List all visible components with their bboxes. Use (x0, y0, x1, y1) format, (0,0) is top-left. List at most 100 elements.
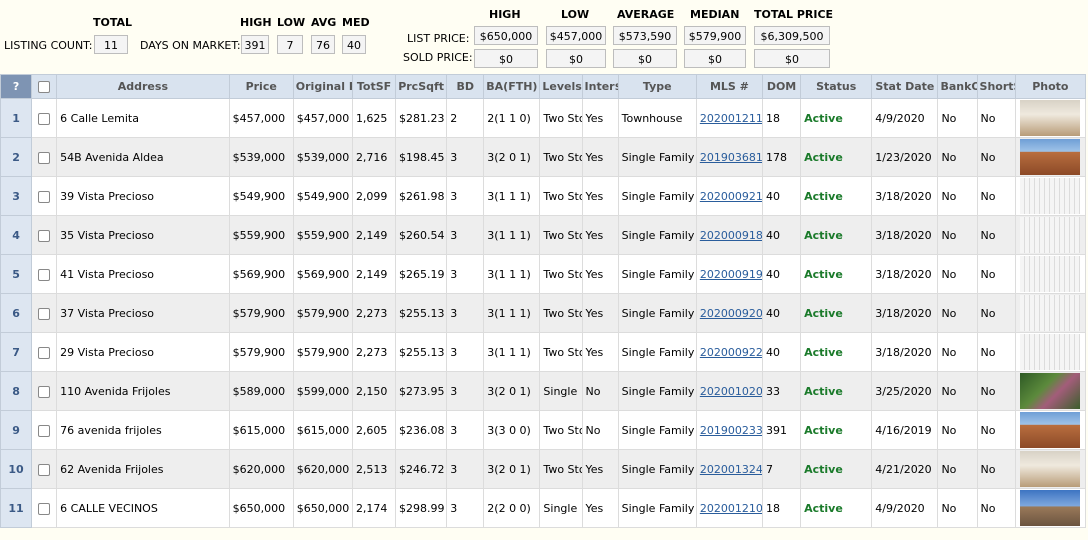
price-per-sqft-column-header[interactable]: PrcSqft (395, 74, 448, 99)
mls-link[interactable]: 202001324 (700, 463, 762, 476)
total-sqft-cell: 2,273 (351, 293, 397, 333)
mls-cell: 202000921 (695, 176, 764, 216)
mls-link[interactable]: 202000920 (700, 307, 762, 320)
dom-column-header[interactable]: DOM (761, 74, 802, 99)
table-row[interactable]: 9 76 avenida frijoles $615,000 $615,000 2,60… (0, 410, 1087, 450)
table-row[interactable]: 5 41 Vista Precioso $569,900 $569,900 2,149 $… (0, 254, 1087, 294)
row-checkbox[interactable] (38, 151, 51, 164)
levels-cell: Two Sto (539, 98, 583, 138)
table-row[interactable]: 8 110 Avenida Frijoles $589,000 $599,000 2,1… (0, 371, 1087, 411)
photo-cell (1014, 254, 1087, 294)
bank-owned-cell: No (937, 176, 978, 216)
table-row[interactable]: 10 62 Avenida Frijoles $620,000 $620,000 2,5… (0, 449, 1087, 489)
row-checkbox[interactable] (38, 229, 51, 242)
dom-low-value: 7 (277, 35, 303, 54)
adobe-exterior-photo[interactable] (1020, 139, 1081, 175)
dom-high-header: HIGH (240, 16, 272, 29)
table-row[interactable]: 2 54B Avenida Aldea $539,000 $539,000 2,716 $… (0, 137, 1087, 177)
original-price-column-header[interactable]: Original P (292, 74, 353, 99)
interior-photo[interactable] (1020, 100, 1081, 136)
help-column-header[interactable]: ? (0, 74, 33, 99)
status-cell: Active (800, 293, 873, 333)
sketch-photo[interactable] (1020, 256, 1081, 292)
type-cell: Single Family (617, 215, 697, 255)
row-checkbox[interactable] (38, 463, 51, 476)
mls-link[interactable]: 202000919 (700, 268, 762, 281)
baths-cell: 3(2 0 1) (483, 371, 541, 411)
row-checkbox[interactable] (38, 385, 51, 398)
price-total-header: TOTAL PRICE (754, 8, 834, 21)
interior-photo[interactable] (1020, 451, 1081, 487)
sky-exterior-photo[interactable] (1020, 490, 1081, 526)
list-price-median: $579,900 (684, 26, 746, 45)
status-column-header[interactable]: Status (800, 74, 873, 99)
type-column-header[interactable]: Type (617, 74, 697, 99)
table-row[interactable]: 16 Calle Lemita $457,000 $457,000 1,625 $281… (0, 98, 1087, 138)
mls-link[interactable]: 202000922 (700, 346, 762, 359)
price-cell: $549,900 (228, 176, 294, 216)
mls-link[interactable]: 202001020 (700, 385, 762, 398)
original-price-cell: $615,000 (292, 410, 353, 450)
sketch-photo[interactable] (1020, 217, 1081, 253)
select-all-checkbox[interactable] (38, 81, 51, 93)
photo-cell (1014, 176, 1087, 216)
bedrooms-column-header[interactable]: BD (446, 74, 485, 99)
price-cell: $579,900 (228, 293, 294, 333)
bank-owned-cell: No (937, 449, 978, 489)
bedrooms-cell: 3 (446, 371, 485, 411)
table-row[interactable]: 4 35 Vista Precioso $559,900 $559,900 2,149 $… (0, 215, 1087, 255)
baths-cell: 3(2 0 1) (483, 449, 541, 489)
short-sale-cell: No (976, 254, 1016, 294)
bank-owned-cell: No (937, 254, 978, 294)
baths-cell: 3(2 0 1) (483, 137, 541, 177)
baths-column-header[interactable]: BA(FTH) (483, 74, 541, 99)
photo-column-header[interactable]: Photo (1014, 74, 1087, 99)
mls-link[interactable]: 202001210 (700, 502, 762, 515)
row-checkbox[interactable] (38, 190, 51, 203)
original-price-cell: $650,000 (292, 488, 353, 528)
row-select-cell (31, 137, 58, 177)
table-row[interactable]: 7 29 Vista Precioso $579,900 $579,900 2,273 $… (0, 332, 1087, 372)
photo-cell (1014, 410, 1087, 450)
mls-link[interactable]: 201900233 (700, 424, 762, 437)
sketch-photo[interactable] (1020, 334, 1081, 370)
row-select-cell (31, 410, 58, 450)
bank-owned-cell: No (937, 137, 978, 177)
original-price-cell: $620,000 (292, 449, 353, 489)
mls-column-header[interactable]: MLS # (695, 74, 764, 99)
table-row[interactable]: 3 39 Vista Precioso $549,900 $549,900 2,099 $… (0, 176, 1087, 216)
row-checkbox[interactable] (38, 424, 51, 437)
dom-med-value: 40 (342, 35, 366, 54)
interest-column-header[interactable]: Inter$ (581, 74, 619, 99)
sketch-photo[interactable] (1020, 178, 1081, 214)
table-row[interactable]: 6 37 Vista Precioso $579,900 $579,900 2,273 $… (0, 293, 1087, 333)
stat-date-cell: 3/18/2020 (871, 176, 939, 216)
row-checkbox[interactable] (38, 307, 51, 320)
table-row[interactable]: 11 6 CALLE VECINOS $650,000 $650,000 2,174 $2… (0, 488, 1087, 528)
mls-link[interactable]: 202001211 (700, 112, 762, 125)
bank-owned-column-header[interactable]: BankO (937, 74, 978, 99)
short-sale-column-header[interactable]: ShortS (976, 74, 1016, 99)
row-checkbox[interactable] (38, 346, 51, 359)
bedrooms-cell: 3 (446, 215, 485, 255)
row-checkbox[interactable] (38, 112, 51, 125)
garden-photo[interactable] (1020, 373, 1081, 409)
sketch-photo[interactable] (1020, 295, 1081, 331)
levels-column-header[interactable]: Levels (539, 74, 583, 99)
select-all-column-header[interactable] (31, 74, 58, 99)
short-sale-cell: No (976, 98, 1016, 138)
price-column-header[interactable]: Price (228, 74, 294, 99)
address-column-header[interactable]: Address (56, 74, 230, 99)
levels-cell: Two Sto (539, 410, 583, 450)
mls-link[interactable]: 202000921 (700, 190, 762, 203)
original-price-cell: $579,900 (292, 332, 353, 372)
mls-link[interactable]: 202000918 (700, 229, 762, 242)
stat-date-column-header[interactable]: Stat Date (871, 74, 939, 99)
bank-owned-cell: No (937, 215, 978, 255)
total-sqft-column-header[interactable]: TotSF (351, 74, 397, 99)
row-checkbox[interactable] (38, 502, 51, 515)
mls-cell: 202000919 (695, 254, 764, 294)
adobe-exterior-photo[interactable] (1020, 412, 1081, 448)
row-checkbox[interactable] (38, 268, 51, 281)
mls-link[interactable]: 201903681 (700, 151, 762, 164)
